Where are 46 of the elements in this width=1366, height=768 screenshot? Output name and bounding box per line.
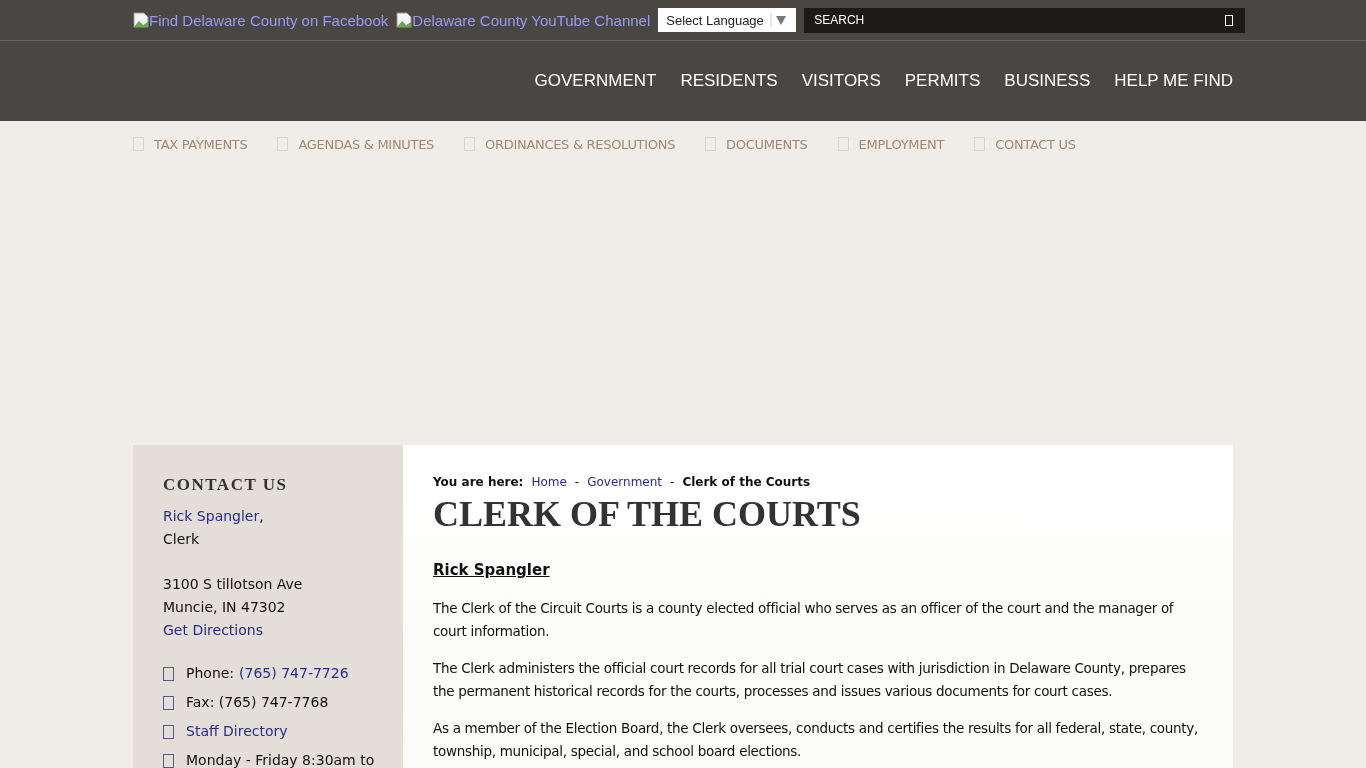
nav-link[interactable]: GOVERNMENT — [534, 71, 657, 91]
square-icon — [163, 666, 174, 681]
square-icon — [163, 753, 174, 768]
broken-image-icon — [396, 12, 413, 28]
nav-link[interactable]: VISITORS — [801, 71, 881, 91]
paragraph: As a member of the Election Board, the Clerk oversees, conducts and certifies the results for all federal, state, county, township, municipal, special, and school board elections. — [433, 719, 1199, 761]
broken-image-icon — [133, 12, 149, 28]
role-text: Clerk — [163, 530, 201, 549]
paragraph: The Clerk of the Circuit Courts is a county elected official who serves as an officer of the court and the manager of court information. — [433, 599, 1175, 641]
nav-link[interactable]: PERMITS — [904, 71, 981, 91]
nav-link[interactable]: RESIDENTS — [680, 71, 778, 91]
language-select[interactable]: Select Language — [658, 8, 797, 32]
breadcrumb-link[interactable]: Home — [531, 475, 567, 489]
square-icon — [837, 137, 849, 151]
address-line: Muncie, IN 47302 — [163, 598, 287, 617]
breadcrumb-label: You are here: — [433, 475, 524, 489]
name-link[interactable]: Rick Spangler — [163, 508, 260, 524]
social-link[interactable]: Delaware County YouTube Channel — [396, 11, 651, 29]
breadcrumb-current: Clerk of the Courts — [682, 475, 811, 489]
square-icon — [277, 137, 289, 151]
address-line: 3100 S tillotson Ave — [163, 575, 304, 594]
square-icon — [163, 724, 174, 739]
contact-text: Monday - Friday 8:30am to — [186, 751, 375, 768]
square-icon — [705, 137, 717, 151]
directions-link[interactable]: Get Directions — [163, 622, 263, 638]
page-title: CLERK OF THE COURTS — [433, 493, 862, 535]
nav-link[interactable]: HELP ME FIND — [1114, 71, 1233, 91]
comma-text: , — [259, 508, 264, 524]
search-field[interactable]: SEARCH — [804, 7, 1245, 33]
sidebar-title: CONTACT US — [163, 475, 289, 495]
paragraph: The Clerk administers the official court records for all trial court cases with jurisdiction in Delaware County, prepares the permanent historical records for the courts, processes and issues various documents for court cases. — [433, 659, 1187, 701]
breadcrumb-link[interactable]: Government — [587, 475, 663, 489]
square-icon — [464, 137, 476, 151]
square-icon — [133, 137, 144, 151]
separator-text: - — [670, 475, 675, 489]
dropdown-arrow-icon — [769, 13, 788, 27]
contact-text: Fax: (765) 747-7768 — [186, 693, 329, 712]
subheading: Rick Spangler — [433, 561, 551, 579]
square-icon — [974, 137, 986, 151]
separator-text: - — [574, 475, 580, 489]
contact-text: Phone: — [186, 664, 235, 683]
square-icon — [163, 695, 174, 710]
social-link[interactable]: Find Delaware County on Facebook — [133, 11, 389, 29]
contact-link[interactable]: Staff Directory — [186, 720, 288, 743]
contact-link[interactable]: (765) 747-7726 — [239, 662, 349, 685]
nav-link[interactable]: BUSINESS — [1004, 71, 1091, 91]
